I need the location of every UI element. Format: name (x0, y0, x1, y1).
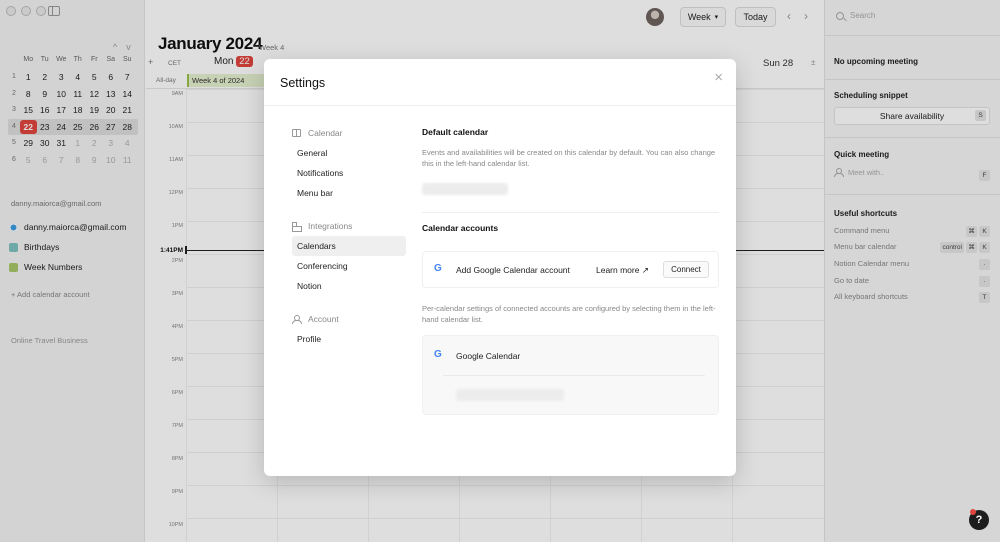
per-calendar-description: Per-calendar settings of connected accou… (422, 304, 716, 324)
settings-content: Default calendar Events and availabiliti… (422, 123, 719, 233)
learn-more-link[interactable]: Learn more ↗ (596, 265, 649, 276)
settings-nav: Calendar General Notifications Menu bar … (292, 123, 406, 349)
settings-nav-notifications[interactable]: Notifications (292, 163, 406, 183)
default-calendar-description: Events and availabilities will be create… (422, 148, 716, 168)
settings-nav-menu-bar[interactable]: Menu bar (292, 183, 406, 203)
close-icon[interactable]: × (714, 70, 723, 85)
add-google-account-row: G Add Google Calendar account Learn more… (422, 251, 719, 288)
settings-nav-conferencing[interactable]: Conferencing (292, 256, 406, 276)
app-window: ^ v Mo Tu We Th Fr Sa Su 1 1 2 3 4 5 6 7… (0, 0, 1000, 542)
settings-dialog: Settings × Calendar General Notification… (264, 59, 736, 476)
settings-nav-group-calendar: Calendar (292, 123, 406, 143)
default-calendar-select[interactable] (422, 183, 508, 195)
add-google-account-label: Add Google Calendar account (456, 265, 570, 275)
connect-button[interactable]: Connect (663, 261, 709, 278)
google-icon: G (434, 349, 442, 360)
settings-nav-calendars[interactable]: Calendars (292, 236, 406, 256)
divider (264, 105, 736, 106)
settings-nav-group-label: Integrations (308, 221, 353, 231)
settings-nav-group-integrations: Integrations (292, 216, 406, 236)
calendar-accounts-title: Calendar accounts (422, 223, 499, 233)
notification-dot (970, 509, 976, 515)
calendar-icon (292, 129, 301, 137)
account-icon (292, 314, 302, 324)
google-icon: G (434, 263, 442, 274)
settings-nav-notion[interactable]: Notion (292, 276, 406, 296)
integrations-icon (292, 221, 302, 232)
settings-nav-profile[interactable]: Profile (292, 329, 406, 349)
settings-title: Settings (280, 76, 326, 90)
settings-nav-group-label: Calendar (308, 128, 343, 138)
divider (422, 212, 719, 213)
settings-nav-group-account: Account (292, 309, 406, 329)
settings-nav-group-label: Account (308, 314, 339, 324)
default-calendar-title: Default calendar (422, 127, 489, 137)
google-calendar-label: Google Calendar (456, 351, 521, 361)
settings-nav-general[interactable]: General (292, 143, 406, 163)
divider (443, 375, 705, 376)
connected-account-email (456, 389, 564, 401)
google-calendar-account-card: G Google Calendar (422, 335, 719, 415)
